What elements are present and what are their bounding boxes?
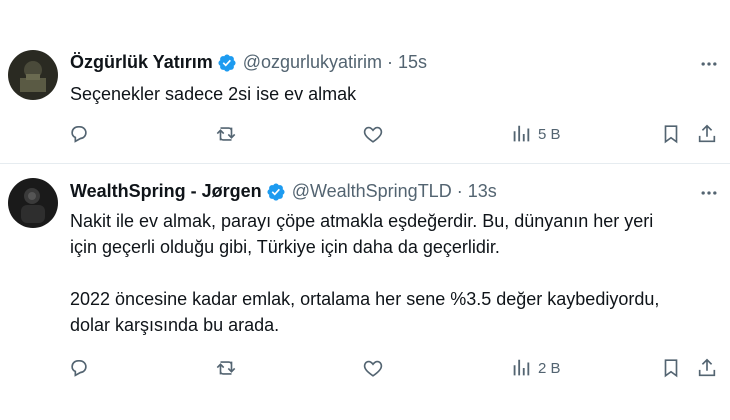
- views-button[interactable]: 2 B: [510, 356, 561, 380]
- retweet-button[interactable]: [215, 122, 237, 146]
- handle[interactable]: @ozgurlukyatirim: [243, 52, 382, 73]
- display-name[interactable]: Özgürlük Yatırım: [70, 52, 213, 73]
- retweet-icon: [216, 127, 236, 141]
- tweet-1[interactable]: Özgürlük Yatırım @ozgurlukyatirim · 15s …: [0, 0, 730, 160]
- tweet-header: Özgürlük Yatırım @ozgurlukyatirim · 15s: [70, 52, 427, 73]
- reply-icon: [71, 360, 87, 377]
- views-count: 5 B: [538, 125, 561, 143]
- retweet-button[interactable]: [215, 356, 237, 380]
- more-horizontal-icon[interactable]: [697, 52, 721, 76]
- verified-badge-icon: [266, 182, 286, 202]
- views-count: 2 B: [538, 359, 561, 377]
- like-button[interactable]: [362, 122, 384, 146]
- more-horizontal-icon[interactable]: [697, 181, 721, 205]
- views-icon: [513, 125, 530, 142]
- separator: ·: [387, 52, 394, 72]
- like-icon: [363, 126, 383, 143]
- timestamp[interactable]: 13s: [468, 181, 497, 202]
- bookmark-icon: [664, 125, 678, 144]
- bookmark-icon: [664, 359, 678, 378]
- share-button[interactable]: [696, 356, 718, 380]
- timestamp[interactable]: 15s: [398, 52, 427, 73]
- like-icon: [363, 360, 383, 377]
- action-bar: 5 B: [0, 122, 730, 146]
- reply-icon: [71, 126, 87, 143]
- action-bar: 2 B: [0, 356, 730, 380]
- avatar[interactable]: [8, 178, 58, 228]
- retweet-icon: [216, 361, 236, 375]
- handle[interactable]: @WealthSpringTLD: [292, 181, 452, 202]
- verified-badge-icon: [217, 53, 237, 73]
- share-icon: [698, 358, 716, 377]
- tweet-text: Nakit ile ev almak, parayı çöpe atmakla …: [70, 211, 660, 335]
- avatar[interactable]: [8, 50, 58, 100]
- bookmark-button[interactable]: [660, 356, 682, 380]
- views-button[interactable]: 5 B: [510, 122, 561, 146]
- like-button[interactable]: [362, 356, 384, 380]
- tweet-header: WealthSpring - Jørgen @WealthSpringTLD ·…: [70, 181, 497, 202]
- share-button[interactable]: [696, 122, 718, 146]
- display-name[interactable]: WealthSpring - Jørgen: [70, 181, 262, 202]
- views-icon: [513, 359, 530, 376]
- separator: ·: [456, 181, 463, 201]
- bookmark-button[interactable]: [660, 122, 682, 146]
- share-icon: [698, 124, 716, 143]
- reply-button[interactable]: [68, 356, 90, 380]
- tweet-2[interactable]: WealthSpring - Jørgen @WealthSpringTLD ·…: [0, 164, 730, 420]
- reply-button[interactable]: [68, 122, 90, 146]
- tweet-text: Seçenekler sadece 2si ise ev almak: [70, 84, 357, 104]
